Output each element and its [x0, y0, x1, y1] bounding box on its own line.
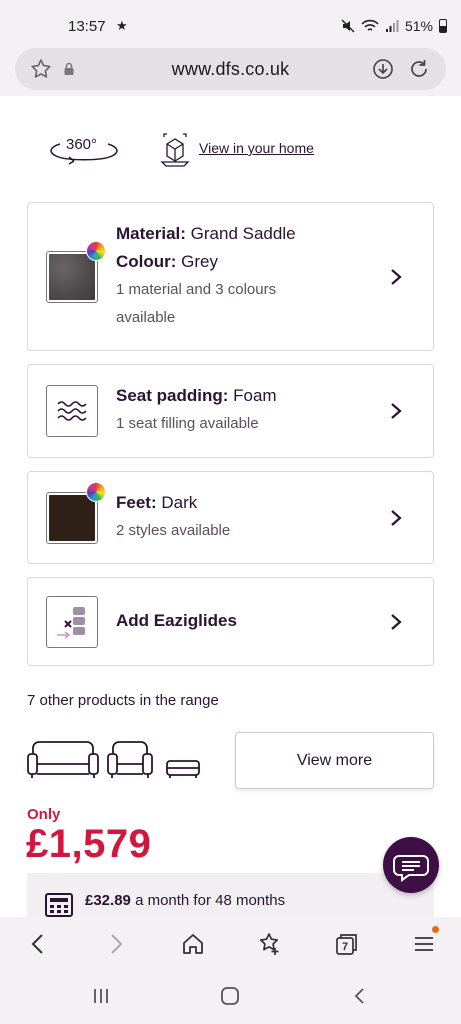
range-title: 7 other products in the range: [27, 692, 219, 709]
battery-icon: [439, 19, 447, 33]
material-label: Material:: [116, 224, 186, 243]
price-prefix: Only: [27, 806, 61, 823]
eaziglides-icon: [57, 607, 85, 639]
download-icon[interactable]: [372, 58, 394, 80]
status-bar: 13:57 ★ 51%: [0, 0, 461, 48]
ar-home-icon[interactable]: [158, 132, 192, 168]
mute-icon: [341, 19, 355, 33]
browser-toolbar: 7: [0, 917, 461, 972]
material-colour-text: Material: Grand Saddle Colour: Grey 1 ma…: [116, 220, 336, 332]
360-label: 360°: [66, 136, 98, 153]
signal-icon: [385, 20, 399, 32]
finance-monthly: £32.89: [85, 892, 131, 909]
chevron-right-icon: [391, 510, 402, 526]
feet-label: Feet:: [116, 493, 157, 512]
forward-icon[interactable]: [103, 931, 129, 957]
finance-text: £32.89 a month for 48 months: [85, 892, 285, 909]
bookmarks-icon[interactable]: [257, 931, 283, 957]
chevron-right-icon: [391, 614, 402, 630]
view-more-button[interactable]: View more: [235, 732, 434, 789]
feet-availability: 2 styles available: [116, 522, 231, 539]
recent-apps-icon[interactable]: [89, 984, 113, 1008]
colour-wheel-icon: [86, 241, 106, 261]
chevron-right-icon: [391, 269, 402, 285]
eaziglides-thumb: [46, 596, 98, 648]
range-products-icon: [27, 741, 200, 778]
eaziglides-text: Add Eaziglides: [116, 607, 237, 635]
view-in-your-home-link[interactable]: View in your home: [199, 140, 314, 156]
seat-padding-thumb: [46, 385, 98, 437]
eaziglides-option[interactable]: Add Eaziglides: [27, 577, 434, 666]
wifi-icon: [361, 19, 379, 31]
seat-padding-value: Foam: [233, 386, 277, 405]
address-bar[interactable]: www.dfs.co.uk: [15, 48, 446, 90]
battery-percent: 51%: [404, 18, 433, 34]
finance-banner[interactable]: £32.89 a month for 48 months: [27, 873, 434, 923]
notification-icon: ★: [116, 18, 128, 33]
finance-term: a month for 48 months: [135, 892, 286, 909]
status-time: 13:57: [68, 18, 106, 35]
system-back-icon[interactable]: [348, 984, 372, 1008]
view-options-row: 360° View in your home: [46, 130, 426, 170]
chat-bubble-icon: [393, 855, 429, 882]
tab-count: 7: [342, 941, 349, 953]
360-view-button[interactable]: 360°: [46, 132, 122, 168]
feet-text: Feet: Dark 2 styles available: [116, 489, 230, 545]
foam-waves-icon: [57, 401, 87, 421]
material-value: Grand Saddle: [190, 224, 296, 243]
price-amount: £1,579: [26, 822, 152, 866]
seat-padding-text: Seat padding: Foam 1 seat filling availa…: [116, 382, 277, 438]
chevron-right-icon: [391, 403, 402, 419]
colour-value: Grey: [181, 252, 219, 271]
home-icon[interactable]: [180, 931, 206, 957]
material-colour-option[interactable]: Material: Grand Saddle Colour: Grey 1 ma…: [27, 202, 434, 351]
seat-padding-option[interactable]: Seat padding: Foam 1 seat filling availa…: [27, 364, 434, 458]
chat-button[interactable]: [383, 837, 439, 893]
browser-address-area: www.dfs.co.uk: [0, 48, 461, 96]
seat-padding-availability: 1 seat filling available: [116, 415, 259, 432]
tabs-button[interactable]: 7: [334, 931, 360, 957]
seat-padding-label: Seat padding:: [116, 386, 229, 405]
status-icons: 51%: [341, 18, 447, 34]
back-icon[interactable]: [25, 931, 51, 957]
menu-notification-dot: [432, 926, 439, 933]
feet-option[interactable]: Feet: Dark 2 styles available: [27, 471, 434, 564]
system-navigation-bar: [0, 972, 461, 1024]
eaziglides-label: Add Eaziglides: [116, 611, 237, 630]
menu-icon[interactable]: [411, 931, 437, 957]
home-button-icon[interactable]: [218, 984, 242, 1008]
material-availability: 1 material and 3 colours available: [116, 281, 277, 326]
feet-value: Dark: [161, 493, 198, 512]
colour-label: Colour:: [116, 252, 177, 271]
calculator-icon: [45, 893, 73, 917]
reload-icon[interactable]: [408, 58, 430, 80]
colour-wheel-icon: [86, 482, 106, 502]
